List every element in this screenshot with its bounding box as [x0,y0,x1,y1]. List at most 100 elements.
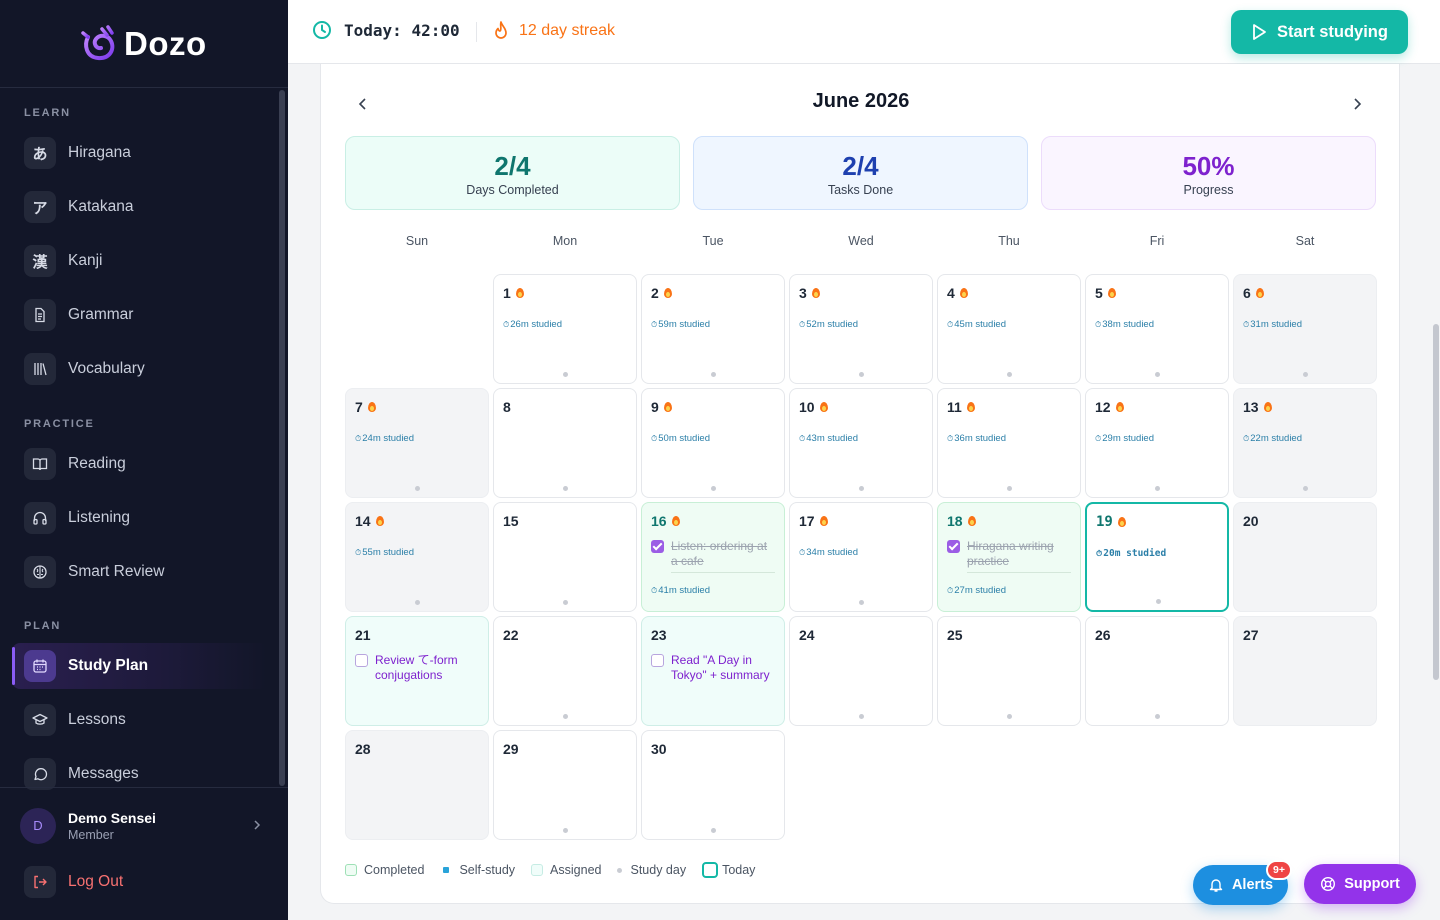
sidebar-item-lessons[interactable]: Lessons [12,697,268,743]
calendar-day-1[interactable]: 1 ⏱26m studied [493,274,637,384]
stopwatch-icon: ⏱ [947,586,954,595]
task-text: Read "A Day in Tokyo" + summary [671,653,770,682]
sidebar-item-vocabulary[interactable]: Vocabulary [12,346,268,392]
task-item[interactable]: Listen: ordering at a cafe [651,539,775,569]
page-scrollbar-thumb[interactable] [1433,324,1439,680]
calendar-day-13[interactable]: 13 ⏱22m studied [1233,388,1377,498]
dozo-logo-icon [81,24,115,60]
calendar-day-7[interactable]: 7 ⏱24m studied [345,388,489,498]
task-text: Hiragana writing practice [967,539,1054,568]
study-day-dot [859,486,864,491]
stopwatch-icon: ⏱ [1243,320,1250,329]
day-number-text: 20 [1243,513,1259,529]
calendar-day-11[interactable]: 11 ⏱36m studied [937,388,1081,498]
stat-value: 2/4 [494,151,531,181]
calendar-day-14[interactable]: 14 ⏱55m studied [345,502,489,612]
studied-time: ⏱26m studied [503,319,562,330]
task-checkbox[interactable] [947,540,960,553]
calendar-day-15[interactable]: 15 [493,502,637,612]
page-scrollbar[interactable] [1432,64,1440,920]
stat-label: Days Completed [466,183,559,197]
calendar-day-24[interactable]: 24 [789,616,933,726]
calendar-day-28[interactable]: 28 [345,730,489,840]
calendar-day-29[interactable]: 29 [493,730,637,840]
sidebar-item-reading[interactable]: Reading [12,441,268,487]
calendar-day-4[interactable]: 4 ⏱45m studied [937,274,1081,384]
calendar-day-8[interactable]: 8 [493,388,637,498]
start-studying-button[interactable]: Start studying [1231,10,1408,54]
calendar-day-3[interactable]: 3 ⏱52m studied [789,274,933,384]
sidebar-item-listening[interactable]: Listening [12,495,268,541]
task-checkbox[interactable] [355,654,368,667]
day-number: 13 [1243,399,1272,415]
sidebar-item-study-plan[interactable]: Study Plan [12,643,268,689]
day-number-text: 10 [799,399,815,415]
calendar-day-5[interactable]: 5 ⏱38m studied [1085,274,1229,384]
flame-icon [671,516,680,526]
calendar-day-18[interactable]: 18 Hiragana writing practice ⏱27m studied [937,502,1081,612]
task-checkbox[interactable] [651,654,664,667]
logo[interactable]: Dozo [0,0,288,88]
calendar-day-6[interactable]: 6 ⏱31m studied [1233,274,1377,384]
calendar-day-20[interactable]: 20 [1233,502,1377,612]
calendar-day-25[interactable]: 25 [937,616,1081,726]
studied-time: ⏱20m studied [1096,548,1166,559]
sidebar-item-katakana[interactable]: ア Katakana [12,184,268,230]
calendar-day-23[interactable]: 23 Read "A Day in Tokyo" + summary [641,616,785,726]
studied-text: 26m studied [510,319,563,330]
support-button[interactable]: Support [1304,864,1416,904]
sidebar-item-smart-review[interactable]: Smart Review [12,549,268,595]
studied-time: ⏱52m studied [799,319,858,330]
calendar-day-22[interactable]: 22 [493,616,637,726]
calendar-day-2[interactable]: 2 ⏱59m studied [641,274,785,384]
studied-time: ⏱38m studied [1095,319,1154,330]
day-number-text: 18 [947,513,963,529]
sidebar-item-hiragana[interactable]: あ Hiragana [12,130,268,176]
calendar-day-16[interactable]: 16 Listen: ordering at a cafe ⏱41m studied [641,502,785,612]
weekday-label: Fri [1149,234,1165,248]
logout-button[interactable]: Log Out [12,860,268,904]
day-number: 12 [1095,399,1124,415]
headphones-icon [24,502,56,534]
day-number: 21 [355,627,371,643]
studied-text: 55m studied [362,547,415,558]
sidebar-item-kanji[interactable]: 漢 Kanji [12,238,268,284]
legend-assigned: Assigned [531,863,601,877]
next-month-button[interactable] [1345,92,1369,116]
calendar-day-21[interactable]: 21 Review て-form conjugations [345,616,489,726]
calendar-day-27[interactable]: 27 [1233,616,1377,726]
sidebar-scrollbar[interactable] [279,90,285,786]
studied-text: 52m studied [806,319,859,330]
task-checkbox[interactable] [651,540,664,553]
user-profile[interactable]: D Demo Sensei Member [0,787,288,863]
calendar-day-12[interactable]: 12 ⏱29m studied [1085,388,1229,498]
study-day-dot [711,828,716,833]
day-number: 20 [1243,513,1259,529]
sidebar-item-grammar[interactable]: Grammar [12,292,268,338]
day-number-text: 27 [1243,627,1259,643]
sidebar-item-label: Lessons [68,711,126,728]
stat-progress: 50% Progress [1041,136,1376,210]
calendar-day-17[interactable]: 17 ⏱34m studied [789,502,933,612]
calendar-day-9[interactable]: 9 ⏱50m studied [641,388,785,498]
sidebar: Dozo LEARN あ Hiragana ア Katakana 漢 Kanji… [0,0,288,920]
day-number-text: 22 [503,627,519,643]
chevron-right-icon [1354,98,1362,110]
today-time: 42:00 [411,20,460,40]
day-number-text: 13 [1243,399,1259,415]
day-number-text: 23 [651,627,667,643]
task-item[interactable]: Hiragana writing practice [947,539,1071,569]
task-item[interactable]: Review て-form conjugations [355,653,479,683]
sidebar-item-label: Messages [68,765,139,782]
calendar-day-19[interactable]: 19 ⏱20m studied [1085,502,1229,612]
day-number-text: 6 [1243,285,1251,301]
flame-icon [663,402,672,412]
studied-text: 41m studied [658,585,711,596]
calendar-day-30[interactable]: 30 [641,730,785,840]
calendar-icon [24,650,56,682]
task-item[interactable]: Read "A Day in Tokyo" + summary [651,653,775,683]
flame-icon [495,21,507,39]
calendar-day-26[interactable]: 26 [1085,616,1229,726]
day-number: 8 [503,399,511,415]
calendar-day-10[interactable]: 10 ⏱43m studied [789,388,933,498]
